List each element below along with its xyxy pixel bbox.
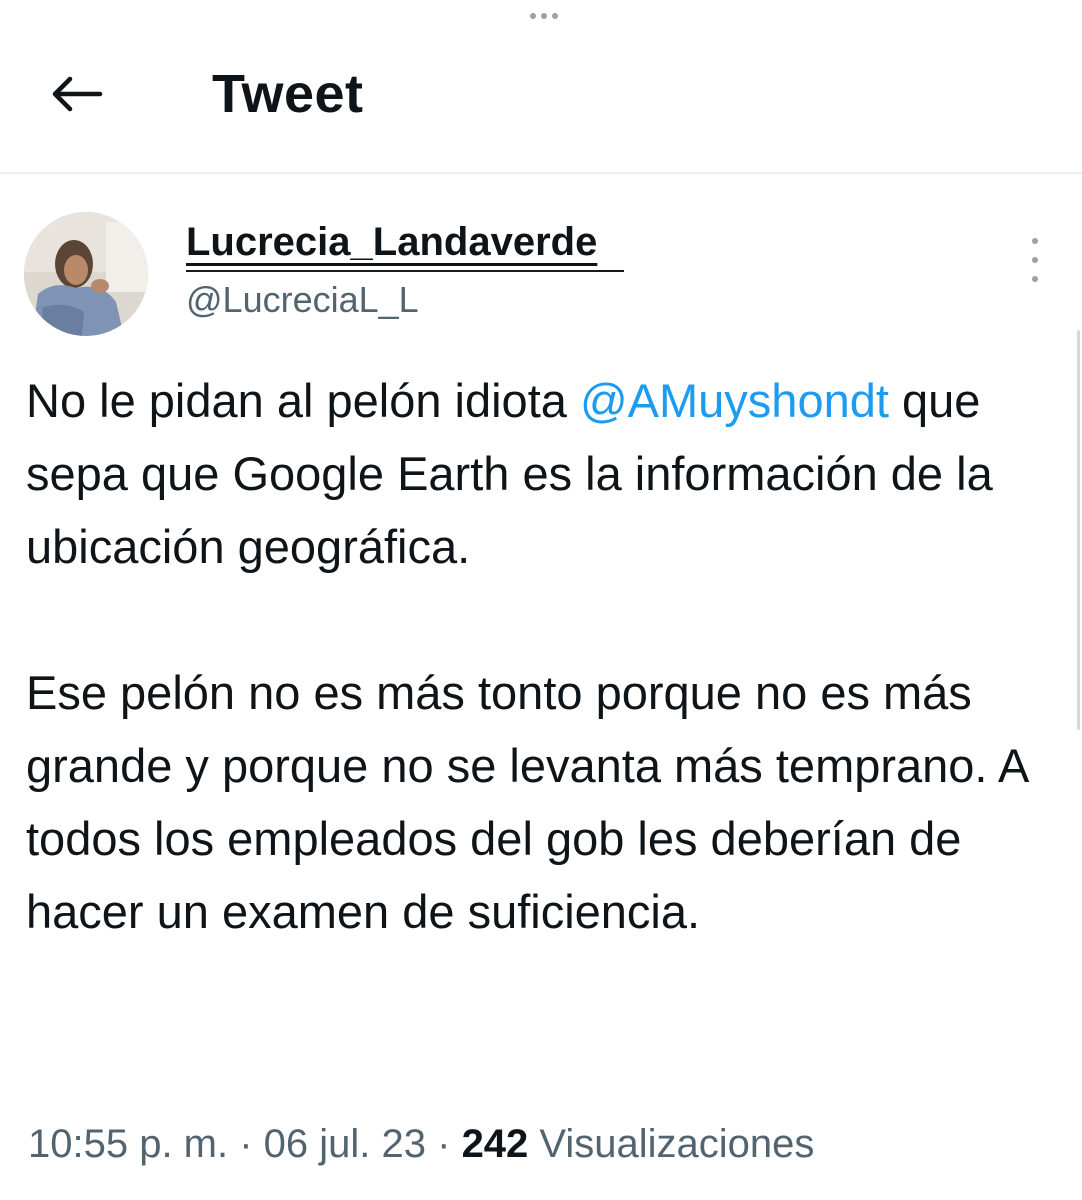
top-bar: Tweet [0,40,1082,150]
tweet-text-segment: No le pidan al pelón idiota [26,374,580,427]
avatar[interactable] [24,212,148,336]
views-label: Visualizaciones [528,1122,815,1166]
tweet-screen: Tweet Lucrecia_Landaverde @LucreciaL_L N… [0,0,1082,1200]
views-count[interactable]: 242 [462,1122,529,1166]
tweet-date[interactable]: 06 jul. 23 [264,1122,426,1166]
drag-handle-icon[interactable] [524,8,564,24]
scrollbar[interactable] [1077,330,1080,730]
tweet-paragraph: No le pidan al pelón idiota @AMuyshondt … [26,364,1066,583]
mention-link[interactable]: @AMuyshondt [580,374,889,427]
meta-separator: · [426,1122,462,1166]
tweet-time[interactable]: 10:55 p. m. [28,1122,228,1166]
tweet-paragraph: Ese pelón no es más tonto porque no es m… [26,666,1027,938]
meta-separator: · [228,1122,264,1166]
tweet-text: No le pidan al pelón idiota @AMuyshondt … [26,364,1066,948]
name-underline [186,270,624,272]
page-title: Tweet [212,64,364,124]
avatar-photo [24,212,148,336]
header-divider [0,172,1082,174]
more-options-button[interactable] [1020,238,1050,282]
author-display-name[interactable]: Lucrecia_Landaverde [186,216,597,268]
back-arrow-icon [52,76,103,112]
more-vertical-icon [1032,238,1038,244]
author-handle[interactable]: @LucreciaL_L [186,276,419,324]
tweet-metadata: 10:55 p. m. · 06 jul. 23 · 242 Visualiza… [28,1114,814,1174]
back-button[interactable] [40,62,112,126]
